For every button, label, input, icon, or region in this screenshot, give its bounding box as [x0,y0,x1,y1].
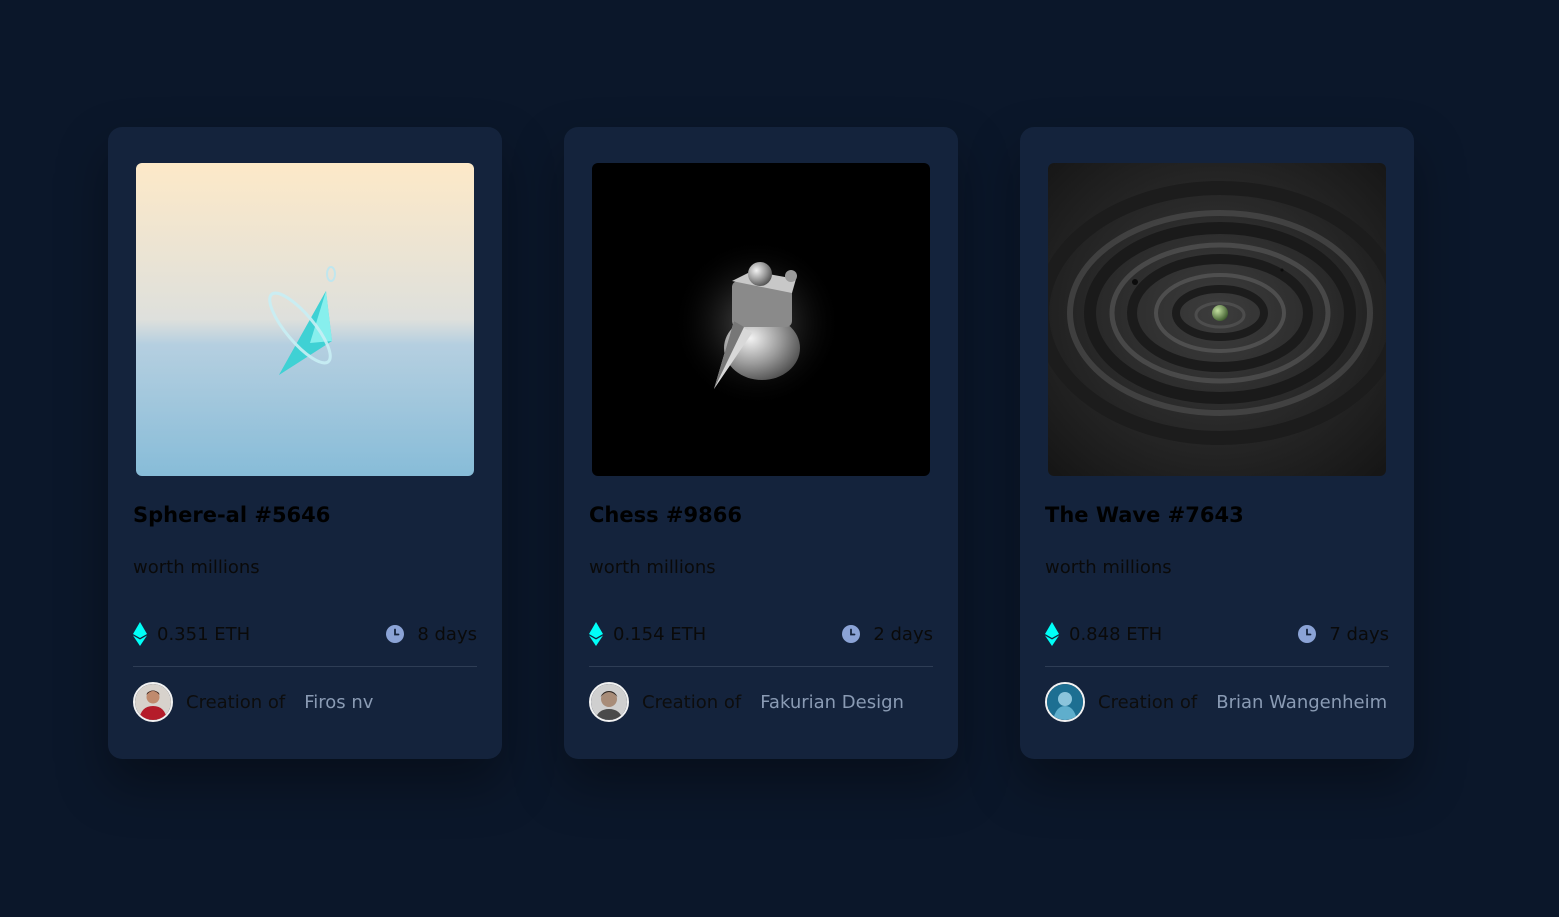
clock-icon [842,625,861,643]
nft-card: Chess #9866 worth millions 0.154 ETH 2 d… [564,127,958,759]
ethereum-icon [589,622,603,646]
nft-image[interactable] [1048,163,1386,476]
divider [589,666,933,667]
creator-prefix: Creation of [1098,691,1198,713]
divider [1045,666,1389,667]
time-left-value: 2 days [873,623,933,645]
time-left-value: 8 days [417,623,477,645]
price-value: 0.351 ETH [157,623,251,645]
nft-title[interactable]: Chess #9866 [589,503,742,527]
creator-name-link[interactable]: Fakurian Design [760,692,904,713]
nft-price: 0.154 ETH [589,622,706,646]
avatar[interactable] [133,682,173,722]
creator-name-link[interactable]: Firos nv [304,692,373,713]
price-value: 0.154 ETH [613,623,707,645]
nft-time-left: 2 days [842,622,933,646]
clock-icon [1298,625,1317,643]
nft-description: worth millions [589,557,716,578]
nft-description: worth millions [1045,557,1172,578]
creator-info: Creation of Firos nv [133,682,373,722]
creator-prefix: Creation of [186,691,286,713]
nft-title[interactable]: The Wave #7643 [1045,503,1244,527]
nft-description: worth millions [133,557,260,578]
nft-time-left: 8 days [386,622,477,646]
nft-title[interactable]: Sphere-al #5646 [133,503,330,527]
creator-info: Creation of Brian Wangenheim [1045,682,1387,722]
nft-price: 0.351 ETH [133,622,250,646]
nft-card-grid: Sphere-al #5646 worth millions 0.351 ETH… [0,0,1559,917]
nft-card: Sphere-al #5646 worth millions 0.351 ETH… [108,127,502,759]
price-value: 0.848 ETH [1069,623,1163,645]
avatar[interactable] [589,682,629,722]
clock-icon [386,625,405,643]
nft-image[interactable] [136,163,474,476]
divider [133,666,477,667]
avatar[interactable] [1045,682,1085,722]
nft-price: 0.848 ETH [1045,622,1162,646]
ethereum-icon [1045,622,1059,646]
creator-name-link[interactable]: Brian Wangenheim [1216,692,1387,713]
nft-time-left: 7 days [1298,622,1389,646]
nft-card: The Wave #7643 worth millions 0.848 ETH … [1020,127,1414,759]
creator-prefix: Creation of [642,691,742,713]
creator-info: Creation of Fakurian Design [589,682,904,722]
time-left-value: 7 days [1329,623,1389,645]
nft-image[interactable] [592,163,930,476]
ethereum-icon [133,622,147,646]
